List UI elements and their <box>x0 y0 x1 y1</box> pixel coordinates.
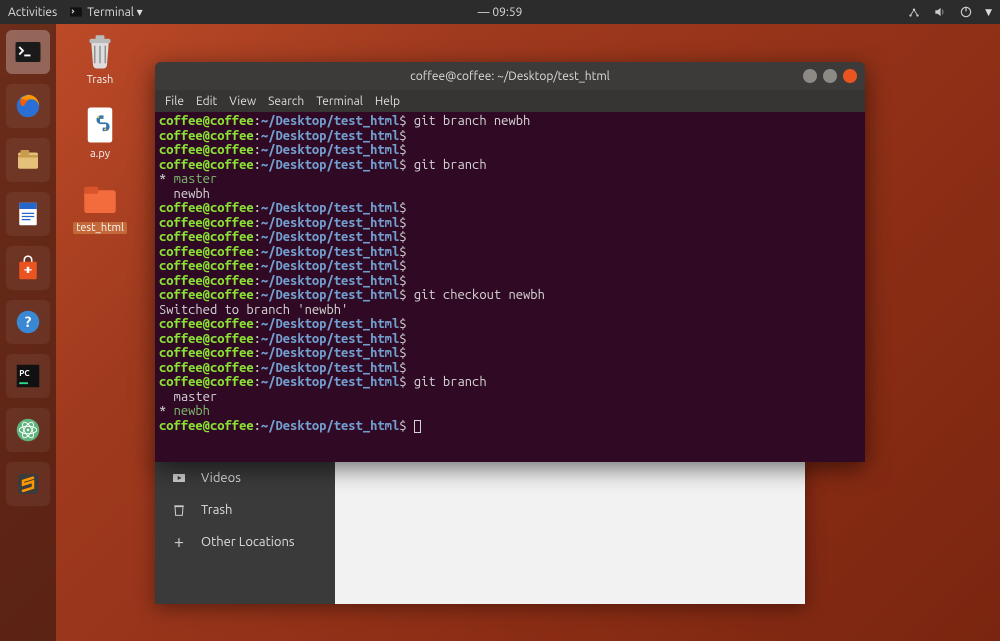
svg-text:PC: PC <box>19 368 30 378</box>
terminal-title: coffee@coffee: ~/Desktop/test_html <box>410 70 610 83</box>
videos-icon <box>171 470 187 486</box>
trash-icon <box>171 502 187 518</box>
menu-search[interactable]: Search <box>268 95 304 108</box>
launcher-software[interactable] <box>6 246 50 290</box>
shopping-bag-icon <box>13 253 43 283</box>
launcher-dock: ? PC <box>0 24 56 641</box>
svg-text:?: ? <box>25 313 32 330</box>
terminal-body[interactable]: coffee@coffee:~/Desktop/test_html$ git b… <box>155 112 865 462</box>
window-close-button[interactable] <box>843 69 857 83</box>
folder-icon <box>79 178 121 220</box>
sidebar-item-videos[interactable]: Videos <box>155 462 335 494</box>
chevron-down-icon[interactable]: ▼ <box>985 7 992 18</box>
launcher-firefox[interactable] <box>6 84 50 128</box>
activities-button[interactable]: Activities <box>8 6 57 19</box>
files-content-area[interactable] <box>335 454 805 604</box>
launcher-sublime[interactable] <box>6 462 50 506</box>
desktop-folder-label: test_html <box>73 222 127 234</box>
app-indicator-label: Terminal ▾ <box>87 5 142 19</box>
network-icon[interactable] <box>907 5 921 19</box>
app-indicator[interactable]: Terminal ▾ <box>69 5 142 19</box>
desktop-apy-label: a.py <box>87 148 113 160</box>
files-icon <box>13 145 43 175</box>
firefox-icon <box>13 91 43 121</box>
help-icon: ? <box>13 307 43 337</box>
terminal-icon <box>13 37 43 67</box>
desktop-trash[interactable]: Trash <box>70 30 130 86</box>
files-window: Videos Trash + Other Locations <box>155 454 805 604</box>
sidebar-label: Videos <box>201 471 241 485</box>
desktop-folder-testhtml[interactable]: test_html <box>70 178 130 234</box>
terminal-menubar: File Edit View Search Terminal Help <box>155 90 865 112</box>
sidebar-label: Trash <box>201 503 232 517</box>
menu-file[interactable]: File <box>165 95 184 108</box>
sidebar-label: Other Locations <box>201 535 295 549</box>
plus-icon: + <box>171 534 187 550</box>
window-maximize-button[interactable] <box>823 69 837 83</box>
volume-icon[interactable] <box>933 5 947 19</box>
launcher-help[interactable]: ? <box>6 300 50 344</box>
top-bar: Activities Terminal ▾ — 09:59 ▼ <box>0 0 1000 24</box>
sublime-icon <box>13 469 43 499</box>
menu-view[interactable]: View <box>229 95 256 108</box>
clock[interactable]: — 09:59 <box>478 6 523 19</box>
sidebar-item-other-locations[interactable]: + Other Locations <box>155 526 335 558</box>
sidebar-item-trash[interactable]: Trash <box>155 494 335 526</box>
menu-help[interactable]: Help <box>375 95 400 108</box>
pycharm-icon: PC <box>13 361 43 391</box>
menu-terminal[interactable]: Terminal <box>316 95 363 108</box>
trash-icon <box>79 30 121 72</box>
launcher-files[interactable] <box>6 138 50 182</box>
window-minimize-button[interactable] <box>803 69 817 83</box>
files-sidebar: Videos Trash + Other Locations <box>155 454 335 604</box>
terminal-window: coffee@coffee: ~/Desktop/test_html File … <box>155 62 865 462</box>
power-icon[interactable] <box>959 5 973 19</box>
launcher-pycharm[interactable]: PC <box>6 354 50 398</box>
terminal-icon <box>69 5 83 19</box>
desktop-icons: Trash a.py test_html <box>70 30 130 234</box>
document-icon <box>13 199 43 229</box>
menu-edit[interactable]: Edit <box>196 95 217 108</box>
launcher-terminal[interactable] <box>6 30 50 74</box>
python-file-icon <box>79 104 121 146</box>
launcher-atom[interactable] <box>6 408 50 452</box>
desktop-trash-label: Trash <box>84 74 117 86</box>
launcher-writer[interactable] <box>6 192 50 236</box>
desktop-file-apy[interactable]: a.py <box>70 104 130 160</box>
terminal-titlebar[interactable]: coffee@coffee: ~/Desktop/test_html <box>155 62 865 90</box>
atom-icon <box>13 415 43 445</box>
